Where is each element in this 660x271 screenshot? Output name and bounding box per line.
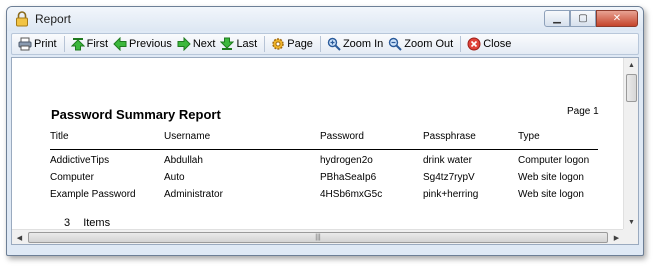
cell-password: hydrogen2o — [320, 155, 373, 166]
items-label: Items — [83, 217, 111, 229]
grip-icon: ||| — [315, 234, 321, 241]
cell-username: Auto — [164, 172, 185, 183]
arrow-left-icon — [113, 37, 127, 51]
first-page-icon — [70, 38, 85, 51]
cell-password: 4HSb6mxG5c — [320, 189, 383, 200]
close-circle-icon — [467, 37, 481, 51]
title-bar[interactable]: Report ▁ ▢ ✕ — [7, 7, 643, 31]
cell-title: AddictiveTips — [50, 155, 110, 166]
window-title: Report — [35, 12, 72, 26]
print-label: Print — [34, 38, 57, 50]
scroll-up-icon[interactable]: ▲ — [624, 58, 639, 73]
column-headers: Title Username Password Passphrase Type — [12, 131, 624, 145]
first-button[interactable]: First — [69, 34, 111, 54]
first-label: First — [86, 38, 109, 50]
column-header-password: Password — [320, 131, 364, 142]
scroll-down-icon[interactable]: ▼ — [624, 215, 639, 230]
cell-username: Administrator — [164, 189, 223, 200]
table-row: Example Password Administrator 4HSb6mxG5… — [12, 189, 624, 203]
toolbar-separator — [63, 36, 65, 52]
printer-icon — [18, 37, 32, 51]
vertical-scroll-thumb[interactable] — [626, 74, 637, 102]
cell-type: Web site logon — [518, 172, 584, 183]
header-divider — [50, 149, 598, 150]
scroll-left-icon[interactable]: ◀ — [12, 230, 27, 245]
table-row: Computer Auto PBhaSeaIp6 Sg4tz7rypV Web … — [12, 172, 624, 186]
report-page: Password Summary Report Page 1 Title Use… — [12, 58, 624, 230]
print-button[interactable]: Print — [16, 34, 60, 54]
previous-button[interactable]: Previous — [111, 34, 175, 54]
report-title: Password Summary Report — [51, 107, 221, 122]
cell-passphrase: pink+herring — [423, 189, 479, 200]
maximize-button[interactable]: ▢ — [570, 10, 596, 27]
zoom-out-button[interactable]: Zoom Out — [386, 34, 456, 54]
zoom-in-button[interactable]: Zoom In — [325, 34, 386, 54]
gear-icon — [272, 38, 284, 50]
zoom-out-icon — [389, 37, 403, 51]
last-button[interactable]: Last — [218, 34, 260, 54]
zoom-in-label: Zoom In — [342, 38, 384, 50]
minimize-icon: ▁ — [553, 13, 561, 24]
page-label: Page — [287, 38, 313, 50]
column-header-username: Username — [164, 131, 211, 142]
last-label: Last — [236, 38, 258, 50]
toolbar-separator — [460, 36, 462, 52]
report-window: Report ▁ ▢ ✕ Print First Previous Next L… — [6, 6, 644, 256]
close-icon: ✕ — [612, 13, 622, 24]
cell-title: Example Password — [50, 189, 136, 200]
cell-passphrase: Sg4tz7rypV — [423, 172, 475, 183]
page-setup-button[interactable]: Page — [269, 34, 316, 54]
items-summary: 3 Items — [64, 217, 120, 229]
arrow-right-icon — [177, 37, 191, 51]
column-header-title: Title — [50, 131, 69, 142]
close-window-button[interactable]: ✕ — [596, 10, 638, 27]
report-viewer: Password Summary Report Page 1 Title Use… — [11, 57, 639, 245]
window-controls: ▁ ▢ ✕ — [544, 10, 638, 27]
last-page-icon — [220, 37, 235, 50]
column-header-type: Type — [518, 131, 540, 142]
cell-password: PBhaSeaIp6 — [320, 172, 377, 183]
close-button[interactable]: Close — [465, 34, 514, 54]
close-label: Close — [483, 38, 512, 50]
cell-type: Computer logon — [518, 155, 590, 166]
cell-title: Computer — [50, 172, 94, 183]
toolbar-separator — [264, 36, 266, 52]
maximize-icon: ▢ — [578, 13, 588, 24]
next-label: Next — [192, 38, 216, 50]
zoom-in-icon — [327, 37, 341, 51]
minimize-button[interactable]: ▁ — [544, 10, 570, 27]
vertical-scrollbar[interactable]: ▲ ▼ — [623, 58, 638, 230]
cell-type: Web site logon — [518, 189, 584, 200]
horizontal-scrollbar[interactable]: ◀ ||| ▶ — [12, 229, 624, 244]
scroll-right-icon[interactable]: ▶ — [609, 230, 624, 245]
horizontal-scroll-thumb[interactable]: ||| — [28, 232, 608, 243]
cell-username: Abdullah — [164, 155, 203, 166]
next-button[interactable]: Next — [175, 34, 219, 54]
report-toolbar: Print First Previous Next Last Page Zoom… — [11, 33, 639, 55]
column-header-passphrase: Passphrase — [423, 131, 476, 142]
lock-icon — [16, 11, 28, 27]
cell-passphrase: drink water — [423, 155, 472, 166]
page-number: Page 1 — [567, 106, 599, 117]
toolbar-separator — [319, 36, 321, 52]
scroll-corner — [623, 229, 638, 244]
previous-label: Previous — [129, 38, 172, 50]
item-count: 3 — [64, 217, 71, 229]
table-row: AddictiveTips Abdullah hydrogen2o drink … — [12, 155, 624, 169]
zoom-out-label: Zoom Out — [404, 38, 454, 50]
